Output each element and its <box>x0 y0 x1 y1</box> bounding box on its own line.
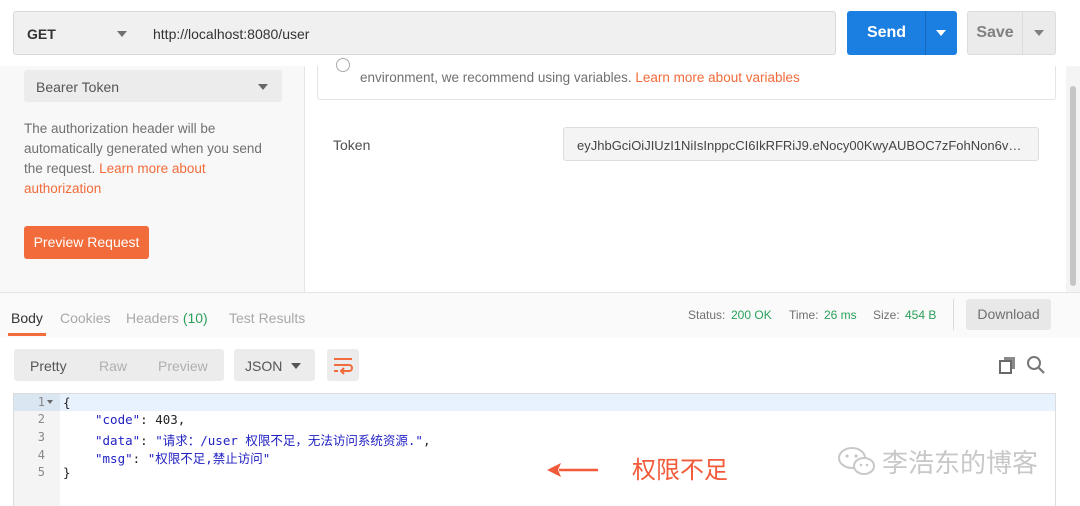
tab-test-results[interactable]: Test Results <box>229 310 305 326</box>
annotation-text: 权限不足 <box>632 457 728 484</box>
wrap-lines-button[interactable] <box>327 349 359 381</box>
copy-icon[interactable] <box>999 356 1017 374</box>
code-line-3: "data": "请求：/user 权限不足，无法访问系统资源.", <box>95 433 431 448</box>
tab-headers-label: Headers <box>126 310 179 326</box>
fold-toggle-icon[interactable] <box>47 400 53 404</box>
active-tab-indicator <box>8 333 46 336</box>
save-options-button[interactable] <box>1022 11 1056 55</box>
scrollbar-thumb[interactable] <box>1070 86 1076 286</box>
json-value: "权限不足,禁止访问" <box>147 451 271 466</box>
time-value: 26 ms <box>824 308 857 322</box>
send-button[interactable]: Send <box>847 11 926 55</box>
method-label: GET <box>27 26 56 42</box>
code-line-4: "msg": "权限不足,禁止访问" <box>95 451 271 466</box>
size-value: 454 B <box>905 308 937 322</box>
json-key: "data" <box>95 433 141 448</box>
preview-request-button[interactable]: Preview Request <box>24 226 149 259</box>
language-select[interactable]: JSON <box>234 349 315 381</box>
divider <box>953 299 954 330</box>
token-label: Token <box>333 137 371 153</box>
time-label: Time: <box>789 308 819 322</box>
code-line-5: } <box>63 465 71 480</box>
status-value: 200 OK <box>731 308 772 322</box>
format-preview[interactable]: Preview <box>158 358 208 374</box>
json-key: "code" <box>95 412 141 427</box>
scrollbar[interactable] <box>1066 66 1080 292</box>
line-number: 2 <box>37 412 45 426</box>
auth-type-select[interactable]: Bearer Token <box>24 70 282 102</box>
variables-note-text: environment, we recommend using variable… <box>360 70 636 85</box>
token-input[interactable]: eyJhbGciOiJIUzI1NiIsInppcCI6IkRFRiJ9.eNo… <box>563 127 1039 161</box>
line-number: 5 <box>37 465 45 479</box>
chevron-down-icon <box>117 31 127 37</box>
chevron-down-icon <box>258 84 268 90</box>
chevron-down-icon <box>291 363 301 369</box>
tab-body[interactable]: Body <box>11 310 43 326</box>
watermark-text: 李浩东的博客 <box>882 448 1039 478</box>
method-select[interactable]: GET <box>13 11 142 55</box>
url-input[interactable]: http://localhost:8080/user <box>141 11 836 55</box>
code-line-2: "code": 403, <box>95 412 186 427</box>
json-key: "msg" <box>95 451 133 466</box>
variables-note: environment, we recommend using variable… <box>317 58 1056 100</box>
tab-cookies[interactable]: Cookies <box>60 310 111 326</box>
size-label: Size: <box>873 308 900 322</box>
download-button[interactable]: Download <box>966 299 1051 330</box>
format-toggle-group: Pretty Raw Preview <box>14 349 224 381</box>
auth-description: The authorization header will be automat… <box>24 119 284 199</box>
headers-count: (10) <box>182 310 208 326</box>
active-line-highlight <box>60 394 1055 411</box>
format-pretty[interactable]: Pretty <box>30 358 67 374</box>
token-value: eyJhbGciOiJIUzI1NiIsInppcCI6IkRFRiJ9.eNo… <box>577 138 1027 153</box>
tab-headers[interactable]: Headers (10) <box>126 310 208 326</box>
code-line-1: { <box>63 395 71 410</box>
wechat-icon <box>838 447 875 475</box>
status-label: Status: <box>688 308 726 322</box>
chevron-down-icon <box>936 30 946 36</box>
line-number: 4 <box>37 448 45 462</box>
wrap-lines-icon <box>334 358 353 375</box>
info-icon <box>336 58 350 72</box>
language-label: JSON <box>245 358 283 374</box>
url-value: http://localhost:8080/user <box>153 26 310 42</box>
send-options-button[interactable] <box>925 11 957 55</box>
format-raw[interactable]: Raw <box>99 358 127 374</box>
chevron-down-icon <box>1034 30 1044 36</box>
arrow-left-icon <box>547 463 598 477</box>
save-button[interactable]: Save <box>967 11 1023 55</box>
json-value: 403 <box>155 412 178 427</box>
json-value: "请求：/user 权限不足，无法访问系统资源." <box>155 433 423 448</box>
learn-more-variables-link[interactable]: Learn more about variables <box>635 70 799 85</box>
line-number: 1 <box>37 395 45 409</box>
line-number: 3 <box>37 430 45 444</box>
search-icon[interactable] <box>1026 355 1046 375</box>
auth-type-label: Bearer Token <box>36 79 120 95</box>
